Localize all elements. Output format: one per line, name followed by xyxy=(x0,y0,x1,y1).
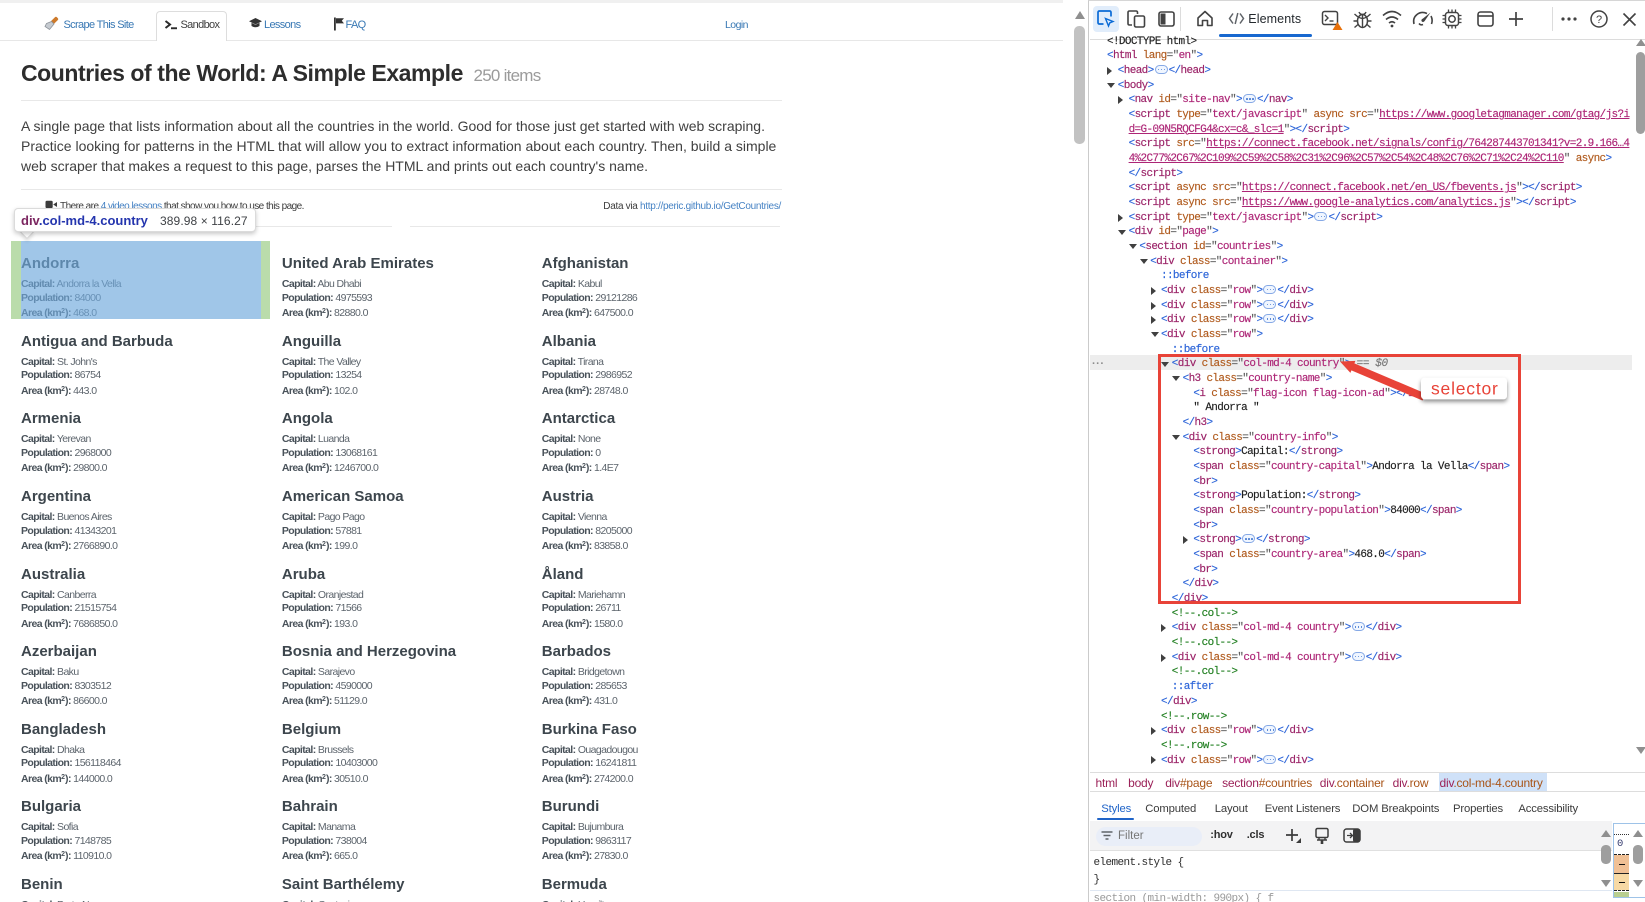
svg-text:selector: selector xyxy=(1431,379,1499,399)
